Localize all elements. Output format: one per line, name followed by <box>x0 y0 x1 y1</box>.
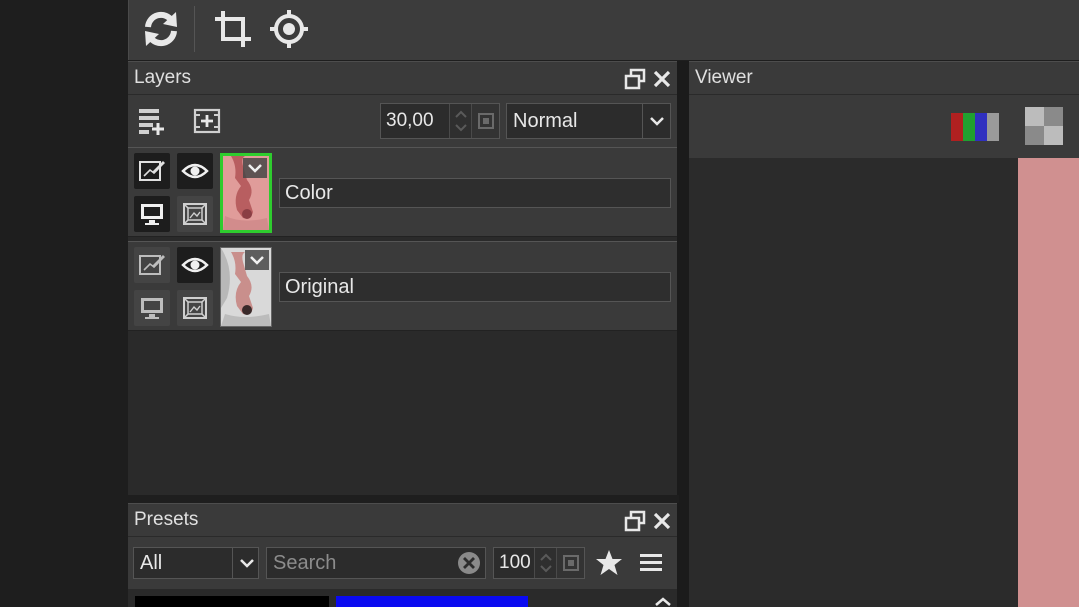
preset-thumbnail[interactable] <box>135 596 329 607</box>
chevron-down-icon[interactable] <box>245 250 269 270</box>
mask-image-icon[interactable] <box>177 290 213 326</box>
opacity-spinbox[interactable]: 30,00 <box>380 103 500 139</box>
chevron-down-icon[interactable] <box>232 548 260 578</box>
star-icon[interactable] <box>595 549 623 577</box>
refresh-icon[interactable] <box>137 6 185 52</box>
preset-strength-spinbox[interactable]: 100 <box>493 547 585 579</box>
preset-search-input[interactable]: Search <box>266 547 486 579</box>
blend-mode-select[interactable]: Normal <box>506 103 671 139</box>
edit-mask-icon[interactable] <box>134 153 170 189</box>
viewer-panel: Viewer <box>689 61 1079 607</box>
close-icon[interactable] <box>650 509 674 533</box>
layer-row-original[interactable]: Original <box>128 241 677 331</box>
presets-panel-header: Presets <box>128 503 677 537</box>
opacity-stepper[interactable] <box>449 104 471 138</box>
preset-category-value: All <box>140 552 163 574</box>
rgb-channels-icon[interactable] <box>951 113 999 141</box>
eye-icon[interactable] <box>177 247 213 283</box>
edit-mask-icon[interactable] <box>134 247 170 283</box>
opacity-reset-icon[interactable] <box>471 104 499 138</box>
layer-row-color[interactable]: Color <box>128 147 677 237</box>
layer-name-field[interactable]: Color <box>279 178 671 208</box>
chevron-up-icon[interactable] <box>652 595 674 607</box>
strength-stepper[interactable] <box>534 548 556 578</box>
opacity-value: 30,00 <box>386 110 434 131</box>
add-group-icon[interactable] <box>191 105 223 137</box>
mask-image-icon[interactable] <box>177 196 213 232</box>
main-toolbar <box>128 0 1079 60</box>
close-icon[interactable] <box>650 67 674 91</box>
search-placeholder: Search <box>273 552 337 574</box>
layers-panel-header: Layers <box>128 61 677 95</box>
menu-icon[interactable] <box>639 552 663 574</box>
blend-mode-value: Normal <box>513 110 578 132</box>
layer-thumbnail-original[interactable] <box>220 247 272 327</box>
presets-panel: Presets All Search 100 <box>128 503 679 607</box>
clear-search-icon[interactable] <box>457 551 481 575</box>
layers-toolbar: 30,00 Normal <box>128 95 677 147</box>
layer-name-field[interactable]: Original <box>279 272 671 302</box>
add-layer-icon[interactable] <box>135 105 167 137</box>
viewer-toolbar <box>689 95 1079 158</box>
viewer-canvas-image[interactable] <box>1018 158 1079 607</box>
presets-toolbar: All Search 100 <box>128 537 677 589</box>
eye-icon[interactable] <box>177 153 213 189</box>
chevron-down-icon[interactable] <box>243 158 267 178</box>
layers-panel: Layers 30,00 Normal Color Original <box>128 61 679 495</box>
preset-strength-value: 100 <box>499 552 531 573</box>
crop-icon[interactable] <box>209 6 257 52</box>
undock-icon[interactable] <box>623 67 647 91</box>
preset-thumbnail[interactable] <box>336 596 528 607</box>
chevron-down-icon[interactable] <box>642 104 670 138</box>
layer-thumbnail-color[interactable] <box>220 153 272 233</box>
toolbar-separator <box>194 6 195 52</box>
left-sidebar-background <box>0 0 128 607</box>
layers-panel-title: Layers <box>134 67 192 88</box>
viewer-panel-header: Viewer <box>689 61 1079 95</box>
monitor-icon[interactable] <box>134 290 170 326</box>
monitor-icon[interactable] <box>134 196 170 232</box>
undock-icon[interactable] <box>623 509 647 533</box>
preset-category-select[interactable]: All <box>133 547 259 579</box>
transparency-checker-icon[interactable] <box>1025 107 1063 145</box>
target-icon[interactable] <box>265 6 313 52</box>
panel-splitter[interactable] <box>679 61 689 607</box>
strength-reset-icon[interactable] <box>556 548 584 578</box>
viewer-panel-title: Viewer <box>695 67 753 88</box>
presets-panel-title: Presets <box>134 509 199 530</box>
